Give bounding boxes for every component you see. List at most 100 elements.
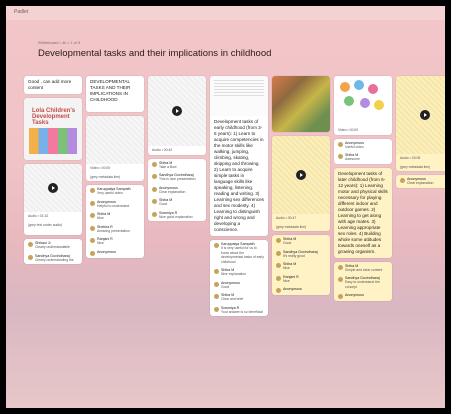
comment: Shiba M Clear and brief	[210, 291, 268, 304]
avatar	[214, 281, 219, 287]
post-card[interactable]: Lola Children's Development Tasks	[24, 98, 82, 160]
comment-text: Very useful video	[97, 191, 123, 195]
comment-text: Clear explanation	[159, 189, 186, 194]
comments-card: Shiba M Simple and clear content Sandhya …	[334, 261, 392, 301]
comment: Karuppaiya Sampath It is very useful for …	[210, 240, 268, 266]
comment-text: It is very useful for us to know about t…	[221, 246, 264, 264]
document-thumbnail	[210, 76, 268, 116]
avatar	[152, 161, 157, 167]
media-label: Video • 00:00	[338, 128, 359, 132]
play-icon[interactable]	[420, 110, 430, 120]
avatar	[276, 288, 281, 293]
children-illustration	[29, 128, 77, 154]
play-icon[interactable]	[296, 170, 306, 180]
avatar	[338, 294, 343, 299]
avatar	[90, 213, 95, 218]
column-6: Video • 00:00 Anonymous Useful video Shib…	[334, 76, 392, 305]
avatar	[214, 243, 219, 248]
comment-text: Nice	[97, 216, 104, 220]
comment: Anonymous Clear explanation	[396, 175, 445, 188]
comment-text: Clear explanation	[407, 181, 434, 185]
comment-text: Simple and clear content	[345, 267, 383, 272]
play-icon[interactable]	[48, 183, 58, 193]
column-1: Good , can add more content Lola Childre…	[24, 76, 82, 268]
column-7: Audio • 03:05 (grey metadata line) Anony…	[396, 76, 445, 192]
comment: Ranjani R Nice	[272, 273, 330, 286]
comment: Karuppaiya Sampath Very useful video	[86, 185, 144, 198]
comment-author: Anonymous	[97, 249, 116, 254]
poster-title: Lola Children's Development Tasks	[32, 108, 76, 126]
media-thumbnail[interactable]	[24, 164, 82, 212]
comments-card: Anonymous Clear explanation	[396, 175, 445, 188]
avatar	[90, 250, 95, 256]
post-text: Development tasks of later childhood (fr…	[338, 170, 388, 254]
comment-text: Clearly understanding the	[35, 257, 74, 262]
comment-text: Useful video	[345, 144, 364, 149]
comment-text: Nice	[97, 241, 104, 245]
post-card[interactable]: Video • 00:00	[334, 76, 392, 135]
media-thumbnail[interactable]	[272, 136, 330, 214]
avatar	[152, 174, 157, 179]
comment-text: Amazing presentation	[97, 228, 130, 233]
comment: Sandhya Govindharaj Easy to understand th…	[334, 274, 392, 291]
post-card[interactable]: DEVELOPMENTAL TASKS AND THEIR IMPLICATIO…	[86, 76, 144, 112]
post-card[interactable]: Good , can add more content	[24, 76, 82, 94]
post-card[interactable]: Audio • 01:32 (grey text under audio)	[24, 164, 82, 235]
post-text: Good , can add more content	[28, 79, 72, 90]
comments-card: Karuppaiya Sampath Very useful video Anon…	[86, 185, 144, 258]
media-thumbnail[interactable]	[148, 76, 206, 146]
avatar	[276, 238, 281, 243]
comment-text: Nice explanation	[221, 272, 247, 276]
media-meta: (grey metadata line)	[400, 164, 431, 169]
comment-text: Awesome	[345, 157, 360, 161]
comment-text: This is nice presentation	[159, 177, 196, 181]
avatar	[90, 225, 95, 231]
comment: Anonymous Useful video	[334, 139, 392, 152]
avatar	[276, 263, 281, 268]
comment: Anonymous	[272, 285, 330, 295]
comment: Anonymous Clear explanation	[148, 184, 206, 197]
comment: Shiba M Nice	[272, 260, 330, 273]
post-card[interactable]: Video • 00:00 (grey metadata line)	[86, 116, 144, 181]
avatar	[28, 242, 33, 247]
comment: Shekha R Amazing presentation	[86, 223, 144, 236]
comment: Sowmiya R Nice good explanation	[148, 209, 206, 222]
avatar	[276, 250, 281, 256]
board-title: Developmental tasks and their implicatio…	[38, 48, 272, 59]
comment: Anonymous	[86, 248, 144, 258]
padlet-window: Padlet Whiteboard • 4h • 1 of 3 Developm…	[6, 6, 445, 408]
avatar	[28, 254, 33, 260]
comment-text: Clearly understandable	[35, 245, 70, 249]
comment-text: Clear and brief	[221, 297, 244, 301]
comment-text: Good	[159, 202, 168, 206]
post-card[interactable]: Development tasks of early childhood (fr…	[210, 76, 268, 236]
post-text: DEVELOPMENTAL TASKS AND THEIR IMPLICATIO…	[90, 79, 131, 102]
comment-text: Good	[221, 284, 230, 289]
comment-text: Good	[283, 241, 292, 245]
post-card[interactable]: Audio • 03:05 (grey metadata line)	[396, 76, 445, 171]
class-photo	[272, 76, 330, 132]
circles-image	[334, 76, 392, 126]
comment: Sowmiya R Your answer is so beneficial	[210, 304, 268, 317]
comment: Anonymous	[334, 291, 392, 301]
comment: Shiba M Nice	[86, 210, 144, 223]
post-text: Development tasks of early childhood (fr…	[214, 119, 264, 232]
play-icon[interactable]	[172, 106, 182, 116]
post-card[interactable]: Audio • 00:47 (grey metadata line)	[272, 136, 330, 231]
comment: Shiba M Awesome	[334, 151, 392, 164]
post-card[interactable]: Development tasks of later childhood (fr…	[334, 167, 392, 258]
media-thumbnail[interactable]	[396, 76, 445, 154]
comment: Sandhya Govindharaj This is nice presenta…	[148, 171, 206, 184]
poster-image: Lola Children's Development Tasks	[24, 98, 82, 160]
comment: Ranjani R Nice	[86, 235, 144, 248]
comment: Anonymous Helpful to understand	[86, 198, 144, 211]
media-meta: (grey metadata line)	[90, 174, 121, 179]
top-bar: Padlet	[6, 6, 445, 20]
post-card[interactable]: Audio • 00:42	[148, 76, 206, 155]
media-thumbnail[interactable]	[86, 116, 144, 164]
comment: Shiba M Good	[272, 235, 330, 248]
comment-text: Nice good explanation	[159, 214, 193, 219]
avatar	[338, 154, 343, 159]
avatar	[338, 264, 343, 270]
post-card[interactable]	[272, 76, 330, 132]
